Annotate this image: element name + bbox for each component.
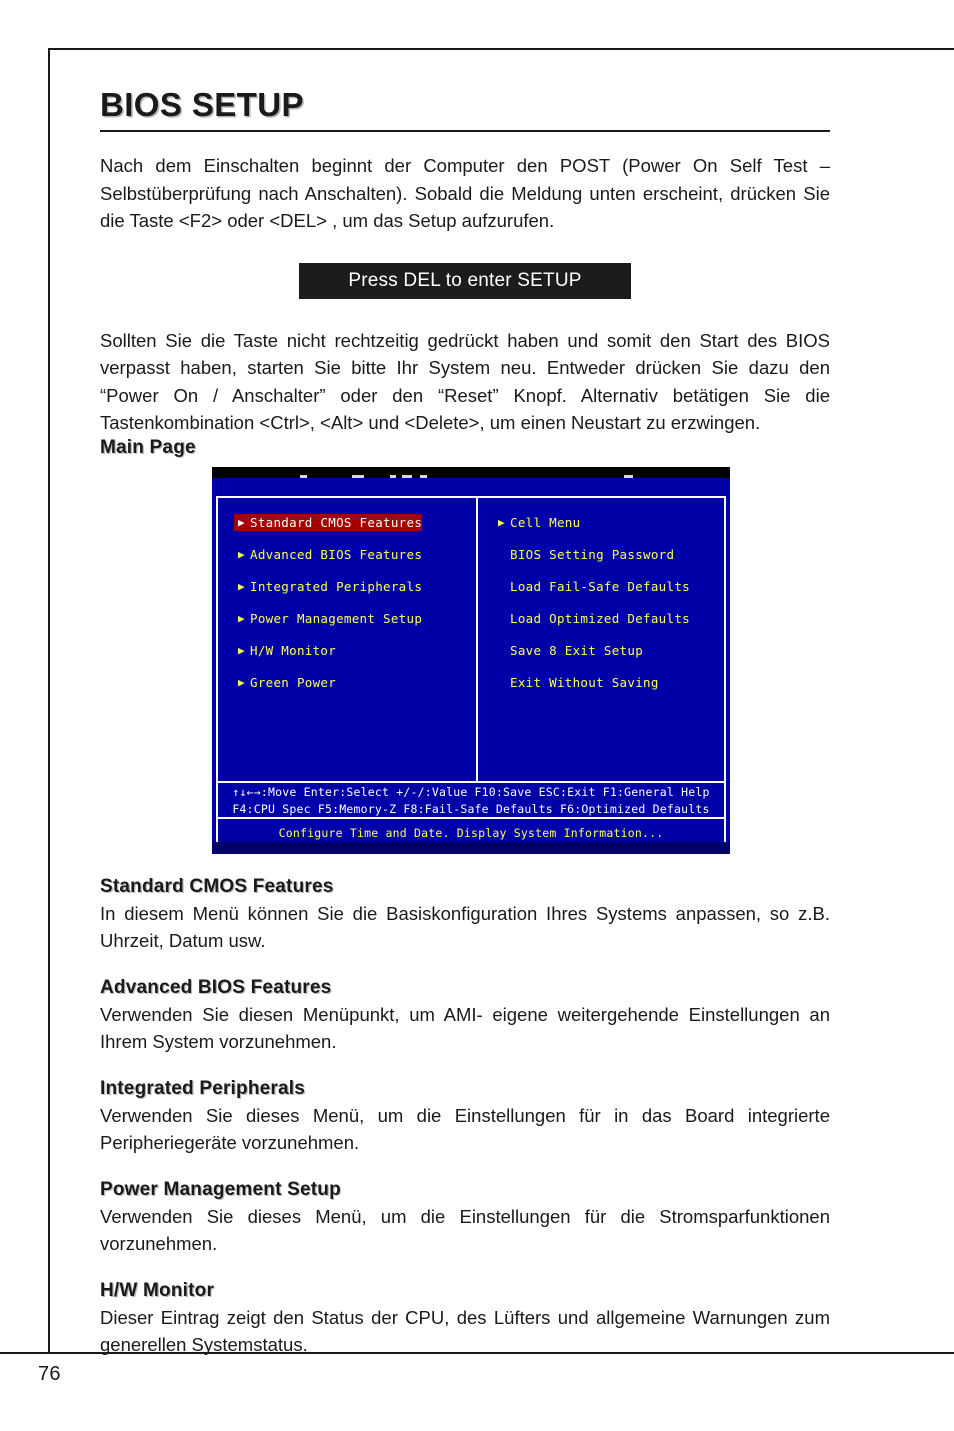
page-border-top-rule bbox=[48, 48, 954, 50]
section-heading: Integrated Peripherals bbox=[100, 1077, 306, 1099]
bios-menu-item-label: Load Fail-Safe Defaults bbox=[510, 578, 690, 594]
section-hw-monitor: H/W Monitor Dieser Eintrag zeigt den Sta… bbox=[100, 1280, 830, 1359]
triangle-right-icon: ▶ bbox=[238, 547, 245, 561]
bios-screen-bottom-edge bbox=[212, 841, 730, 854]
page-content: BIOS SETUP Nach dem Einschalten beginnt … bbox=[100, 86, 830, 1359]
bios-menu-item-label: Cell Menu bbox=[510, 514, 581, 530]
bios-menu-item-green-power[interactable]: ▶ Green Power bbox=[234, 674, 422, 691]
page-title: BIOS SETUP bbox=[100, 86, 304, 123]
bios-menu-item-load-fail-safe-defaults[interactable]: ▶ Load Fail-Safe Defaults bbox=[494, 578, 690, 595]
bios-menu-item-power-management-setup[interactable]: ▶ Power Management Setup bbox=[234, 610, 422, 627]
bios-key-help-bar: ↑↓←→:Move Enter:Select +/-/:Value F10:Sa… bbox=[216, 782, 726, 819]
bios-menu-item-label: Green Power bbox=[250, 674, 337, 690]
triangle-right-icon: ▶ bbox=[498, 515, 505, 529]
section-body: In diesem Menü können Sie die Basiskonfi… bbox=[100, 902, 830, 952]
section-standard-cmos-features: Standard CMOS Features In diesem Menü kö… bbox=[100, 876, 830, 955]
section-heading: Power Management Setup bbox=[100, 1178, 341, 1200]
bios-menu-item-label: Exit Without Saving bbox=[510, 674, 659, 690]
bios-menu-item-label: Load Optimized Defaults bbox=[510, 610, 690, 626]
page-number: 76 bbox=[38, 1363, 61, 1385]
bios-right-menu-column: ▶ Cell Menu ▶ BIOS Setting Password ▶ Lo… bbox=[494, 514, 690, 706]
section-heading: H/W Monitor bbox=[100, 1279, 215, 1301]
bios-menu-item-hw-monitor[interactable]: ▶ H/W Monitor bbox=[234, 642, 422, 659]
bios-menu-item-label: BIOS Setting Password bbox=[510, 546, 675, 562]
section-body: Verwenden Sie dieses Menü, um die Einste… bbox=[100, 1104, 830, 1154]
bios-menu-item-label: H/W Monitor bbox=[250, 642, 337, 658]
bios-menu-item-label: Standard CMOS Features bbox=[250, 514, 423, 530]
bios-menu-item-label: Integrated Peripherals bbox=[250, 578, 423, 594]
bios-menu-item-integrated-peripherals[interactable]: ▶ Integrated Peripherals bbox=[234, 578, 422, 595]
bios-menu-item-label: Power Management Setup bbox=[250, 610, 423, 626]
triangle-right-icon: ▶ bbox=[238, 611, 245, 625]
bios-help-line-1: ↑↓←→:Move Enter:Select +/-/:Value F10:Sa… bbox=[232, 784, 710, 799]
section-heading: Standard CMOS Features bbox=[100, 875, 334, 897]
section-body: Verwenden Sie diesen Menüpunkt, um AMI- … bbox=[100, 1003, 830, 1053]
triangle-right-icon: ▶ bbox=[238, 643, 245, 657]
bios-menu-item-exit-without-saving[interactable]: ▶ Exit Without Saving bbox=[494, 674, 690, 691]
bios-help-line-2: F4:CPU Spec F5:Memory-Z F8:Fail-Safe Def… bbox=[232, 801, 710, 816]
bios-column-divider bbox=[476, 497, 478, 781]
bios-menu-item-standard-cmos-features[interactable]: ▶ Standard CMOS Features bbox=[234, 513, 423, 531]
section-body: Verwenden Sie dieses Menü, um die Einste… bbox=[100, 1205, 830, 1255]
section-integrated-peripherals: Integrated Peripherals Verwenden Sie die… bbox=[100, 1078, 830, 1157]
bios-menu-item-label: Save 8 Exit Setup bbox=[510, 642, 644, 658]
triangle-right-icon: ▶ bbox=[238, 515, 245, 529]
bios-status-hint: Configure Time and Date. Display System … bbox=[278, 825, 664, 840]
bios-titlebar-remnant bbox=[212, 466, 730, 478]
title-underline-rule bbox=[100, 130, 830, 132]
section-advanced-bios-features: Advanced BIOS Features Verwenden Sie die… bbox=[100, 977, 830, 1056]
bios-menu-item-cell-menu[interactable]: ▶ Cell Menu bbox=[494, 514, 690, 531]
main-page-heading: Main Page bbox=[100, 436, 196, 458]
press-del-banner: Press DEL to enter SETUP bbox=[299, 262, 631, 299]
triangle-right-icon: ▶ bbox=[238, 579, 245, 593]
bios-menu-item-save-exit-setup[interactable]: ▶ Save 8 Exit Setup bbox=[494, 642, 690, 659]
page-border-left-rule bbox=[48, 48, 50, 1353]
triangle-right-icon: ▶ bbox=[238, 675, 245, 689]
section-body: Dieser Eintrag zeigt den Status der CPU,… bbox=[100, 1306, 830, 1356]
section-power-management-setup: Power Management Setup Verwenden Sie die… bbox=[100, 1179, 830, 1258]
second-paragraph: Sollten Sie die Taste nicht rechtzeitig … bbox=[100, 329, 830, 434]
bios-left-menu-column: ▶ Standard CMOS Features ▶ Advanced BIOS… bbox=[234, 513, 423, 706]
bios-menu-item-load-optimized-defaults[interactable]: ▶ Load Optimized Defaults bbox=[494, 610, 690, 627]
bios-menu-item-bios-setting-password[interactable]: ▶ BIOS Setting Password bbox=[494, 546, 690, 563]
bios-screen-body: ▶ Standard CMOS Features ▶ Advanced BIOS… bbox=[212, 477, 730, 854]
bios-menu-item-advanced-bios-features[interactable]: ▶ Advanced BIOS Features bbox=[234, 546, 422, 563]
intro-paragraph: Nach dem Einschalten beginnt der Compute… bbox=[100, 155, 830, 231]
section-heading: Advanced BIOS Features bbox=[100, 976, 332, 998]
bios-main-page-screenshot: ▶ Standard CMOS Features ▶ Advanced BIOS… bbox=[212, 466, 730, 854]
bios-menu-item-label: Advanced BIOS Features bbox=[250, 546, 423, 562]
